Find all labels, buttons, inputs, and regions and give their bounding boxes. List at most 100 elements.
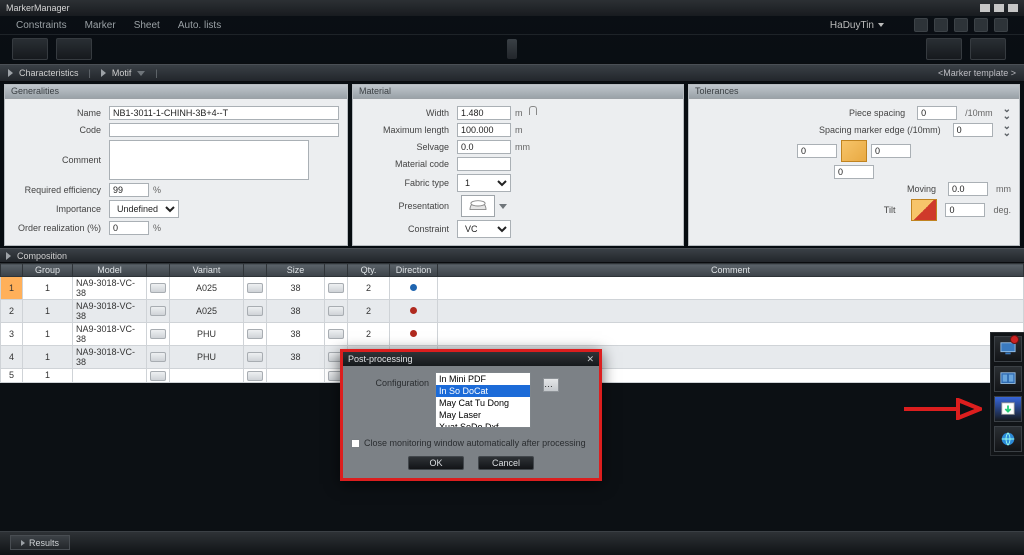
tool-group-b2[interactable] (970, 38, 1006, 60)
configuration-option[interactable]: May Laser (436, 409, 530, 421)
variant-picker-button[interactable] (247, 283, 263, 293)
triangle-right-icon[interactable] (101, 69, 106, 77)
input-piece-spacing[interactable] (917, 106, 957, 120)
section-composition-title: Composition (17, 251, 67, 261)
section-composition-head[interactable]: Composition (0, 248, 1024, 263)
input-gap-left[interactable] (797, 144, 837, 158)
tab-results[interactable]: Results (10, 535, 70, 550)
expand-icon[interactable]: ⌄⌄ (1003, 123, 1011, 137)
util-icon-1[interactable] (914, 18, 928, 32)
lock-icon[interactable] (529, 106, 537, 115)
select-fabric-type[interactable]: 1 (457, 174, 511, 192)
toolstrip-grip-icon[interactable] (507, 39, 517, 59)
dock-btn-layout[interactable] (994, 366, 1022, 392)
select-constraint[interactable]: VC (457, 220, 511, 238)
input-width[interactable] (457, 106, 511, 120)
configuration-option[interactable]: Xuat SoDo Dxf (436, 421, 530, 428)
input-max-length[interactable] (457, 123, 511, 137)
direction-dot-icon[interactable] (410, 330, 417, 337)
user-dropdown[interactable]: HaDuyTin (830, 20, 884, 31)
size-picker-button[interactable] (328, 306, 344, 316)
util-icon-2[interactable] (934, 18, 948, 32)
configuration-option[interactable]: In Mini PDF (436, 373, 530, 385)
subheader-motif[interactable]: Motif (112, 68, 132, 78)
input-selvage[interactable] (457, 140, 511, 154)
col-qty[interactable]: Qty. (348, 264, 390, 277)
input-name[interactable] (109, 106, 339, 120)
maximize-icon[interactable] (994, 4, 1004, 12)
model-picker-button[interactable] (150, 306, 166, 316)
menu-sheet[interactable]: Sheet (134, 20, 160, 31)
model-picker-button[interactable] (150, 371, 166, 381)
close-icon[interactable]: ✕ (586, 354, 594, 365)
size-picker-button[interactable] (328, 329, 344, 339)
composition-header-row: Group Model Variant Size Qty. Direction … (1, 264, 1024, 277)
marker-template-link[interactable]: <Marker template > (938, 68, 1016, 78)
col-size[interactable]: Size (267, 264, 325, 277)
configuration-list[interactable]: In Mini PDFIn So DoCatMay Cat Tu DongMay… (435, 372, 531, 428)
expand-icon[interactable]: ⌄⌄ (1003, 106, 1011, 120)
col-group[interactable]: Group (23, 264, 73, 277)
tool-group-a2[interactable] (56, 38, 92, 60)
minimize-icon[interactable] (980, 4, 990, 12)
direction-dot-icon[interactable] (410, 307, 417, 314)
cancel-button[interactable]: Cancel (478, 456, 534, 470)
table-row[interactable]: 31NA9-3018-VC-38PHU382 (1, 323, 1024, 346)
tool-group-b1[interactable] (926, 38, 962, 60)
configuration-option[interactable]: May Cat Tu Dong (436, 397, 530, 409)
input-moving[interactable] (948, 182, 988, 196)
label-piece-spacing: Piece spacing (849, 108, 913, 118)
triangle-right-icon (21, 540, 25, 546)
input-comment[interactable] (109, 140, 309, 180)
configuration-options-button[interactable]: … (543, 378, 559, 392)
col-direction[interactable]: Direction (390, 264, 438, 277)
variant-picker-button[interactable] (247, 352, 263, 362)
spacing-thumb-icon[interactable] (841, 140, 867, 162)
variant-picker-button[interactable] (247, 306, 263, 316)
model-picker-button[interactable] (150, 329, 166, 339)
menu-constraints[interactable]: Constraints (16, 20, 67, 31)
col-comment[interactable]: Comment (438, 264, 1024, 277)
input-required-efficiency[interactable] (109, 183, 149, 197)
input-gap-right[interactable] (871, 144, 911, 158)
util-icon-5[interactable] (994, 18, 1008, 32)
tool-group-a1[interactable] (12, 38, 48, 60)
select-importance[interactable]: Undefined (109, 200, 179, 218)
tilt-thumb-icon[interactable] (911, 199, 937, 221)
menu-marker[interactable]: Marker (85, 20, 116, 31)
model-picker-button[interactable] (150, 352, 166, 362)
util-icon-3[interactable] (954, 18, 968, 32)
size-picker-button[interactable] (328, 283, 344, 293)
dialog-title-bar[interactable]: Post-processing ✕ (343, 352, 599, 366)
close-icon[interactable] (1008, 4, 1018, 12)
input-tilt[interactable] (945, 203, 985, 217)
input-material-code[interactable] (457, 157, 511, 171)
col-model[interactable]: Model (73, 264, 147, 277)
auto-close-checkbox[interactable]: Close monitoring window automatically af… (351, 438, 591, 448)
direction-dot-icon[interactable] (410, 284, 417, 291)
col-variant[interactable]: Variant (170, 264, 244, 277)
panel-material: Material Width m Maximum length m Selvag… (352, 84, 684, 246)
table-row[interactable]: 11NA9-3018-VC-38A025382 (1, 277, 1024, 300)
triangle-right-icon[interactable] (8, 69, 13, 77)
presentation-thumb[interactable] (461, 195, 495, 217)
table-row[interactable]: 21NA9-3018-VC-38A025382 (1, 300, 1024, 323)
unit-m: m (515, 108, 523, 118)
variant-picker-button[interactable] (247, 329, 263, 339)
configuration-option[interactable]: In So DoCat (436, 385, 530, 397)
model-picker-button[interactable] (150, 283, 166, 293)
input-code[interactable] (109, 123, 339, 137)
ok-button[interactable]: OK (408, 456, 464, 470)
chevron-down-icon[interactable] (137, 71, 145, 76)
chevron-down-icon[interactable] (499, 204, 507, 209)
util-icon-4[interactable] (974, 18, 988, 32)
input-spacing-edge[interactable] (953, 123, 993, 137)
label-importance: Importance (13, 204, 109, 214)
dock-btn-export[interactable] (994, 396, 1022, 422)
subheader-characteristics[interactable]: Characteristics (19, 68, 79, 78)
variant-picker-button[interactable] (247, 371, 263, 381)
dock-btn-globe[interactable] (994, 426, 1022, 452)
post-processing-dialog: Post-processing ✕ Configuration In Mini … (340, 349, 602, 481)
menu-autolists[interactable]: Auto. lists (178, 20, 221, 31)
input-gap-bottom[interactable] (834, 165, 874, 179)
